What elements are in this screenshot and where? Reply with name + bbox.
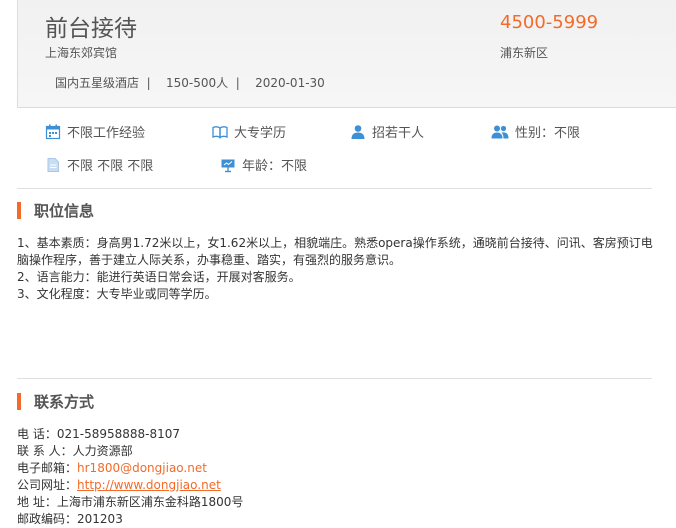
email-label: 电子邮箱： [17,461,78,475]
section-divider [17,188,652,189]
postcode-label: 邮政编码： [17,512,78,526]
description-line: 1、基本素质：身高男1.72米以上，女1.62米以上，相貌端庄。熟悉opera操… [17,236,653,267]
person-label: 联 系 人： [17,444,73,458]
phone-label: 电 话： [17,427,57,441]
req-age-text: 年龄：不限 [242,159,308,174]
work-area: 浦东新区 [500,46,549,60]
postcode-value: 201203 [77,512,123,526]
req-education: 大专学历 [212,122,286,141]
phone-value: 021-58958888-8107 [56,427,181,441]
position-info-title: 职位信息 [34,201,95,220]
document-icon [47,157,59,172]
contact-person: 联 系 人：人力资源部 [17,443,243,460]
people-icon [491,125,509,138]
company-type: 国内五星级酒店 [55,76,140,90]
contact-email: 电子邮箱：hr1800@dongjiao.net [17,460,243,477]
req-experience-text: 不限工作经验 [67,126,146,141]
company-name[interactable]: 上海东郊宾馆 [45,44,117,61]
address-value: 上海市浦东新区浦东金科路1800号 [56,495,244,509]
req-age: 年龄：不限 [220,155,307,174]
company-size: 150-500人 [165,76,229,90]
req-misc: 不限 不限 不限 [45,155,153,174]
post-date: 2020-01-30 [255,76,325,90]
person-icon [351,124,365,139]
website-label: 公司网址： [17,478,78,492]
req-misc-text: 不限 不限 不限 [67,159,154,174]
req-experience: 不限工作经验 [45,122,145,141]
calendar-icon [45,124,61,139]
contact-postcode: 邮政编码：201203 [17,511,243,528]
meta-separator: | [235,76,240,90]
req-headcount: 招若干人 [350,122,424,141]
job-title: 前台接待 [45,16,137,42]
contact-heading: 联系方式 [17,392,95,411]
req-gender: 性别：不限 [491,122,580,141]
contact-title: 联系方式 [34,392,95,411]
company-meta: 国内五星级酒店 | 150-500人 | 2020-01-30 [55,74,325,91]
contact-website: 公司网址：http://www.dongjiao.net [17,477,243,494]
req-education-text: 大专学历 [234,126,287,141]
salary: 4500-5999 [500,12,599,33]
website-link[interactable]: http://www.dongjiao.net [77,478,221,492]
heading-accent-bar [17,392,21,410]
address-label: 地 址： [17,495,57,509]
position-info-heading: 职位信息 [17,201,95,220]
contact-phone: 电 话：021-58958888-8107 [17,426,243,443]
section-divider [17,378,652,379]
presentation-board-icon [221,159,235,172]
person-value: 人力资源部 [72,444,133,458]
job-header: 前台接待 4500-5999 上海东郊宾馆 浦东新区 国内五星级酒店 | 150… [17,0,676,108]
req-gender-text: 性别：不限 [515,126,581,141]
contact-details: 电 话：021-58958888-8107 联 系 人：人力资源部 电子邮箱：h… [17,426,243,528]
req-headcount-text: 招若干人 [372,126,425,141]
description-line: 2、语言能力：能进行英语日常会话，开展对客服务。 [17,270,301,284]
meta-separator: | [146,76,151,90]
contact-address: 地 址：上海市浦东新区浦东金科路1800号 [17,494,243,511]
job-description: 1、基本素质：身高男1.72米以上，女1.62米以上，相貌端庄。熟悉opera操… [17,235,657,303]
email-value[interactable]: hr1800@dongjiao.net [77,461,207,475]
book-icon [212,125,228,139]
heading-accent-bar [17,201,21,219]
description-line: 3、文化程度：大专毕业或同等学历。 [17,287,217,301]
